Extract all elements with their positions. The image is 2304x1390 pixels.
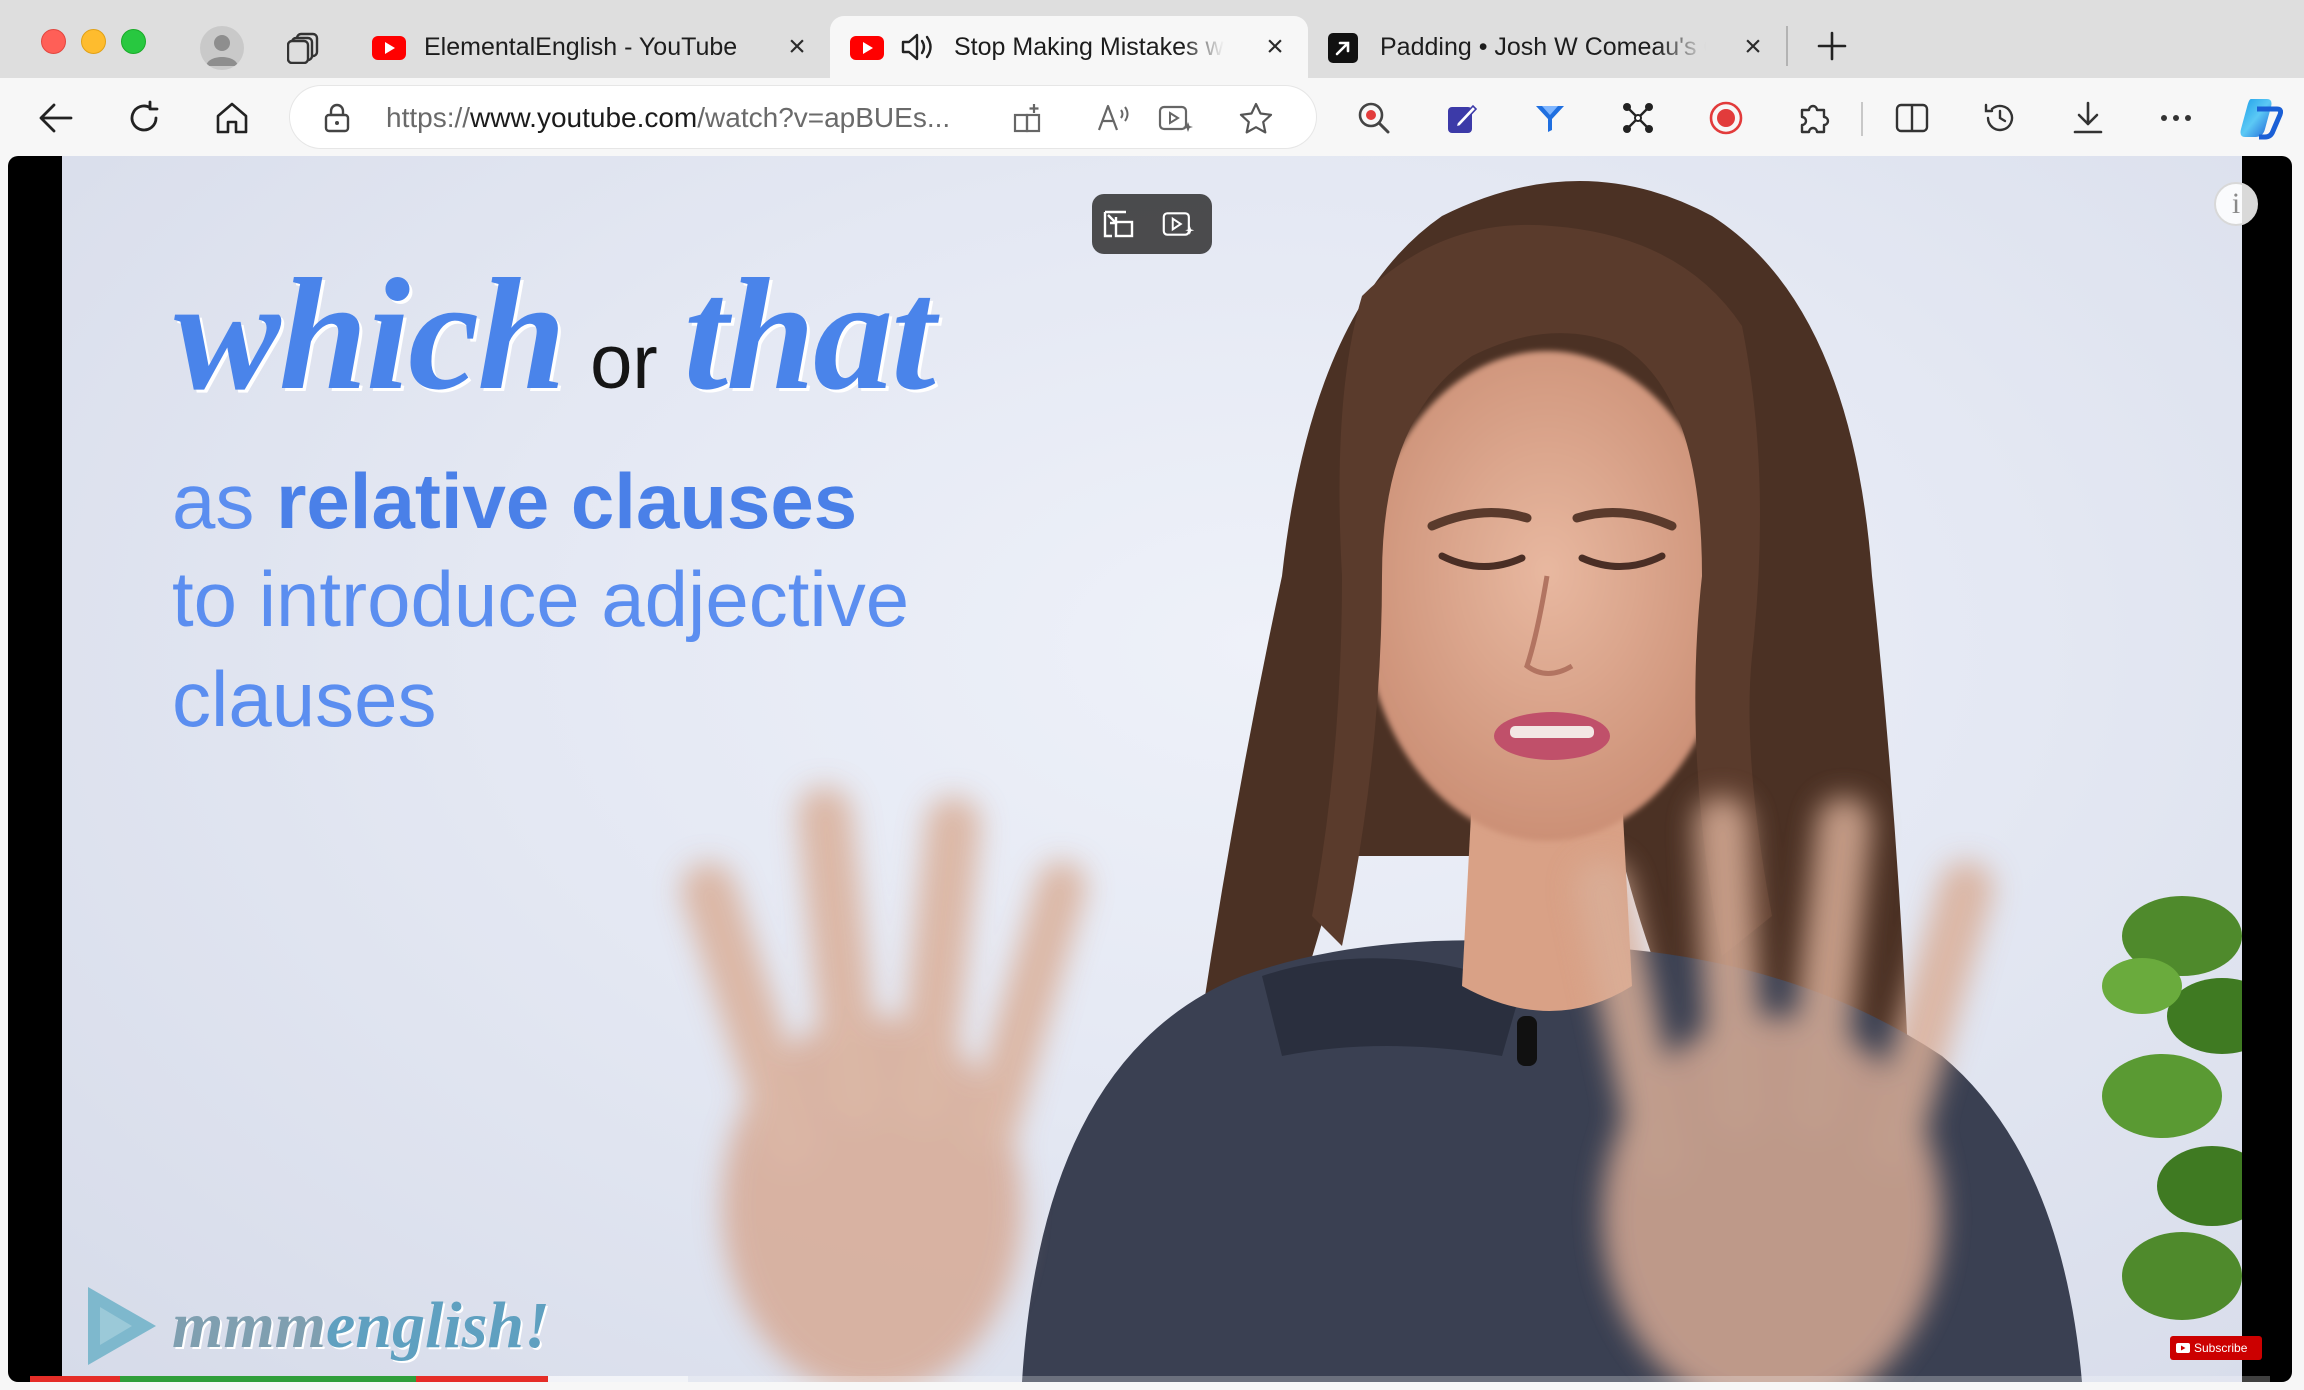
extension-4-button[interactable] bbox=[1616, 96, 1660, 140]
info-button[interactable]: i bbox=[2214, 182, 2258, 226]
tab-elementalenglish[interactable]: ElementalEnglish - YouTube × bbox=[346, 16, 824, 78]
more-menu-button[interactable] bbox=[2154, 96, 2198, 140]
subheading-bold: relative clauses bbox=[276, 457, 858, 545]
tab-divider bbox=[1786, 26, 1788, 66]
subscribe-label: Subscribe bbox=[2194, 1341, 2248, 1355]
heading-word-which: which bbox=[174, 245, 566, 423]
tab-title: Stop Making Mistakes with bbox=[954, 33, 1224, 61]
video-player[interactable]: which or that as relative clauses to intro… bbox=[8, 156, 2292, 1382]
logo-text-english: english! bbox=[326, 1289, 550, 1362]
heading-word-that: that bbox=[683, 245, 936, 423]
person-icon bbox=[206, 35, 238, 66]
logo-text-mmm: mmm bbox=[172, 1289, 327, 1362]
video-progress-bar[interactable] bbox=[30, 1376, 2270, 1382]
extension-1-button[interactable] bbox=[1352, 96, 1396, 140]
progress-played bbox=[416, 1376, 548, 1382]
workspaces-button[interactable] bbox=[286, 30, 322, 66]
progress-buffered bbox=[548, 1376, 688, 1382]
copilot-button[interactable] bbox=[2236, 94, 2284, 142]
subscribe-watermark[interactable]: Subscribe bbox=[2170, 1336, 2262, 1360]
close-window-button[interactable] bbox=[41, 29, 66, 54]
video-enhance-button[interactable] bbox=[1158, 100, 1194, 136]
lock-icon[interactable] bbox=[324, 103, 350, 133]
video-heading: which or that bbox=[174, 242, 936, 427]
read-aloud-button[interactable] bbox=[1096, 100, 1132, 136]
new-tab-button[interactable] bbox=[1812, 26, 1852, 66]
record-icon bbox=[1709, 101, 1743, 135]
history-icon bbox=[1984, 103, 2014, 132]
back-button[interactable] bbox=[34, 96, 78, 140]
split-screen-icon bbox=[1895, 103, 1929, 133]
favorite-button[interactable] bbox=[1238, 100, 1274, 136]
plus-icon bbox=[1817, 31, 1847, 61]
home-button[interactable] bbox=[210, 96, 254, 140]
tab-stop-making-mistakes[interactable]: Stop Making Mistakes with × bbox=[830, 16, 1308, 78]
video-frame[interactable]: which or that as relative clauses to intro… bbox=[62, 156, 2242, 1382]
url-scheme: https:// bbox=[386, 102, 471, 133]
home-icon bbox=[216, 102, 248, 134]
note-edit-icon bbox=[1448, 104, 1478, 133]
play-logo-icon bbox=[88, 1287, 156, 1365]
minimize-window-button[interactable] bbox=[81, 29, 106, 54]
subheading-line-1: as relative clauses bbox=[172, 456, 857, 547]
apps-icon bbox=[1013, 104, 1041, 133]
tab-strip: ElementalEnglish - YouTube × Stop Making… bbox=[0, 0, 2304, 78]
download-icon bbox=[2073, 101, 2103, 134]
youtube-icon bbox=[2176, 1343, 2190, 1353]
downloads-button[interactable] bbox=[2066, 96, 2110, 140]
close-tab-icon[interactable]: × bbox=[1740, 32, 1766, 62]
progress-chapter-marker bbox=[120, 1376, 416, 1382]
search-record-icon bbox=[1358, 102, 1390, 134]
extension-2-button[interactable] bbox=[1440, 96, 1484, 140]
youtube-icon bbox=[372, 36, 406, 60]
puzzle-icon bbox=[1800, 104, 1830, 134]
app-available-button[interactable] bbox=[1010, 100, 1046, 136]
tab-title: ElementalEnglish - YouTube bbox=[424, 33, 738, 61]
browser-toolbar: https://www.youtube.com/watch?v=apBUEs..… bbox=[0, 78, 2304, 158]
profile-avatar[interactable] bbox=[200, 26, 244, 70]
refresh-button[interactable] bbox=[122, 96, 166, 140]
exit-pip-icon[interactable] bbox=[1102, 208, 1136, 240]
video-enhance-icon[interactable] bbox=[1162, 208, 1196, 240]
toolbar-divider bbox=[1861, 102, 1863, 136]
subheading-prefix: as bbox=[172, 457, 277, 545]
refresh-icon bbox=[130, 100, 159, 132]
progress-played bbox=[30, 1376, 120, 1382]
copilot-icon bbox=[2240, 99, 2283, 140]
youtube-icon bbox=[850, 36, 884, 60]
url-text[interactable]: https://www.youtube.com/watch?v=apBUEs..… bbox=[386, 102, 950, 134]
nodes-icon bbox=[1623, 103, 1653, 133]
extension-3-button[interactable] bbox=[1528, 96, 1572, 140]
history-button[interactable] bbox=[1978, 96, 2022, 140]
extensions-button[interactable] bbox=[1792, 96, 1836, 140]
url-path: /watch?v=apBUEs... bbox=[697, 102, 951, 133]
arrow-link-icon bbox=[1328, 33, 1358, 63]
tab-padding-josh-comeau[interactable]: Padding • Josh W Comeau's C × bbox=[1310, 16, 1780, 78]
arrow-left-icon bbox=[39, 103, 73, 133]
collections-icon bbox=[287, 32, 319, 64]
split-screen-button[interactable] bbox=[1890, 96, 1934, 140]
more-dots-icon bbox=[2161, 115, 2191, 121]
extension-5-button[interactable] bbox=[1704, 96, 1748, 140]
play-sparkle-icon bbox=[1158, 105, 1193, 132]
address-bar[interactable]: https://www.youtube.com/watch?v=apBUEs..… bbox=[290, 86, 1316, 148]
star-icon bbox=[1239, 102, 1273, 134]
filter-y-icon bbox=[1536, 106, 1564, 132]
heading-word-or: or bbox=[590, 320, 658, 405]
subheading-line-3: clauses bbox=[172, 655, 437, 743]
subheading-line-2: to introduce adjective bbox=[172, 555, 910, 643]
tab-title: Padding • Josh W Comeau's C bbox=[1380, 33, 1706, 61]
video-overlay-controls bbox=[1092, 194, 1212, 254]
channel-watermark: mmmenglish! bbox=[82, 1276, 550, 1376]
close-tab-icon[interactable]: × bbox=[1262, 32, 1288, 62]
maximize-window-button[interactable] bbox=[121, 29, 146, 54]
url-host: www.youtube.com bbox=[470, 102, 698, 133]
close-tab-icon[interactable]: × bbox=[784, 32, 810, 62]
speaker-icon[interactable] bbox=[900, 32, 936, 62]
read-aloud-icon bbox=[1097, 104, 1129, 131]
